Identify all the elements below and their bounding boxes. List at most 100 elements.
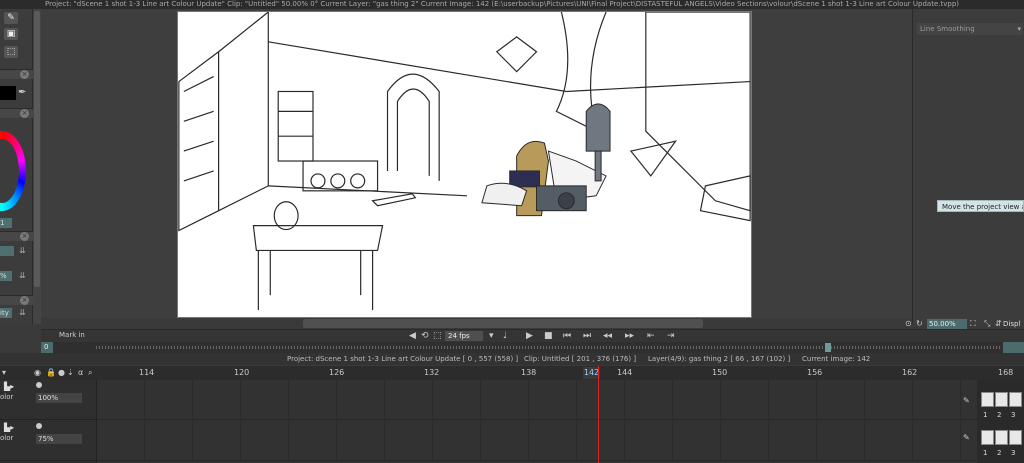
color-wheel[interactable] bbox=[0, 131, 26, 211]
layer-name: olor bbox=[0, 434, 14, 442]
thumb-number: 3 bbox=[1011, 449, 1016, 457]
time-start-field[interactable]: 0 bbox=[41, 342, 53, 353]
pen-icon[interactable]: ✎ bbox=[963, 433, 970, 442]
title-bar: Project: "dScene 1 shot 1-3 Line art Col… bbox=[0, 0, 1024, 9]
thumb-number: 1 bbox=[983, 449, 988, 457]
thumb-number: 2 bbox=[997, 449, 1002, 457]
left-blank-field[interactable] bbox=[0, 246, 14, 256]
layer-list: ▙▸ olor 100% ▙▸ olor 75% bbox=[0, 380, 97, 463]
eyedropper-icon[interactable]: ✒ bbox=[18, 87, 26, 98]
panel-close-icon[interactable]: × bbox=[20, 296, 29, 305]
frame-thumbnail[interactable] bbox=[995, 430, 1008, 445]
frame-number: 144 bbox=[617, 368, 633, 377]
playhead[interactable] bbox=[598, 366, 599, 463]
next-key-icon[interactable]: ⇥ bbox=[667, 331, 675, 342]
thumb-number: 3 bbox=[1011, 411, 1016, 419]
rotate-icon[interactable]: ↻ bbox=[916, 319, 923, 329]
layer-info: Layer(4/9): gas thing 2 [ 66 , 167 (102)… bbox=[648, 355, 791, 363]
layer-row[interactable]: ▙▸ olor 75% bbox=[0, 421, 97, 461]
frame-number: 114 bbox=[139, 368, 155, 377]
fps-field[interactable]: 24 fps bbox=[445, 331, 483, 341]
time-slider-track[interactable] bbox=[96, 346, 1001, 349]
tooltip: Move the project view around bbox=[937, 200, 1024, 212]
loop-icon[interactable]: ◀ bbox=[409, 331, 416, 342]
stop-icon[interactable]: ■ bbox=[544, 331, 553, 342]
drawing-canvas[interactable] bbox=[177, 11, 752, 318]
zoom-reset-icon[interactable]: ⊙ bbox=[905, 319, 912, 329]
brush-panel-header: × bbox=[0, 231, 33, 241]
panel-close-icon[interactable]: × bbox=[20, 232, 29, 241]
current-image-info: Current image: 142 bbox=[802, 355, 871, 363]
frame-thumbnail[interactable] bbox=[1009, 392, 1022, 407]
frame-thumbnail[interactable] bbox=[981, 430, 994, 445]
right-tool-options-panel: Line Smoothing ▾ bbox=[912, 9, 1024, 324]
alpha-icon[interactable]: α bbox=[78, 368, 83, 377]
time-slider-handle[interactable] bbox=[825, 343, 831, 352]
prev-key-icon[interactable]: ⇤ bbox=[647, 331, 655, 342]
layer-opacity-field[interactable]: 100% bbox=[36, 393, 82, 403]
lock-icon[interactable]: 🔒 bbox=[46, 368, 56, 377]
pin-icon[interactable]: ⇣ bbox=[67, 368, 74, 377]
visibility-dot[interactable] bbox=[36, 382, 42, 388]
last-frame-icon[interactable]: ⏭ bbox=[583, 331, 591, 342]
pen-icon[interactable]: ✎ bbox=[963, 396, 970, 405]
timeline-thumbnails: ✎ 1 2 3 ✎ 1 2 3 bbox=[963, 380, 1024, 463]
camera-tool-icon[interactable]: ▣ bbox=[4, 28, 18, 40]
prev-frame-icon[interactable]: ◂◂ bbox=[603, 331, 612, 342]
line-art-drawing bbox=[178, 12, 751, 311]
collapse-icon[interactable]: ▾ bbox=[2, 368, 6, 377]
frame-thumbnail[interactable] bbox=[995, 392, 1008, 407]
frame-number: 120 bbox=[234, 368, 250, 377]
primary-color-swatch[interactable] bbox=[0, 86, 16, 100]
layer-opacity-field[interactable]: 75% bbox=[36, 434, 82, 444]
visibility-dot[interactable] bbox=[36, 423, 42, 429]
resize-icon[interactable]: ⤡ bbox=[984, 319, 990, 329]
layer-type-icon: ▙▸ bbox=[4, 382, 15, 391]
fit-view-icon[interactable]: ⛶ bbox=[970, 319, 976, 329]
panel-close-icon[interactable]: × bbox=[20, 70, 29, 79]
selection-tool-icon[interactable]: ⬚ bbox=[4, 46, 18, 58]
frame-number: 156 bbox=[807, 368, 823, 377]
color-panel-header: × bbox=[0, 69, 33, 79]
side-arrow-icon[interactable]: ⇊ bbox=[19, 271, 26, 280]
next-frame-icon[interactable]: ▸▸ bbox=[625, 331, 634, 342]
play-icon[interactable]: ▶ bbox=[526, 331, 533, 342]
timeline-track[interactable] bbox=[97, 380, 977, 420]
zoom-field[interactable]: 50.00% bbox=[927, 319, 967, 329]
layer-type-icon: ▙▸ bbox=[4, 423, 15, 432]
frame-number: 138 bbox=[521, 368, 537, 377]
left-percent-field[interactable]: % bbox=[0, 271, 12, 281]
left-panel-scrollbar[interactable] bbox=[33, 9, 41, 324]
scroll-arrows-icon[interactable]: ⇵ bbox=[995, 319, 1002, 329]
left-opacity-field[interactable]: ity bbox=[0, 308, 12, 318]
thumb-number: 2 bbox=[997, 411, 1002, 419]
layer-name: olor bbox=[0, 393, 14, 401]
line-smoothing-dropdown[interactable]: Line Smoothing ▾ bbox=[917, 23, 1023, 35]
panel-close-icon[interactable]: × bbox=[20, 109, 29, 118]
eye-icon[interactable]: ◉ bbox=[34, 368, 41, 377]
layer-row[interactable]: ▙▸ olor 100% bbox=[0, 380, 97, 420]
eraser-tool-icon[interactable]: ✎ bbox=[4, 12, 18, 24]
clip-info: Clip: Untitled [ 201 , 376 (176) ] bbox=[524, 355, 637, 363]
line-smoothing-label: Line Smoothing bbox=[920, 25, 975, 33]
fps-down-icon[interactable]: ▾ bbox=[489, 331, 494, 342]
timeline-track[interactable] bbox=[97, 421, 977, 461]
light-table-icon[interactable]: ● bbox=[58, 368, 65, 377]
side-arrow-icon[interactable]: ⇊ bbox=[19, 246, 26, 255]
canvas-horizontal-scrollbar[interactable] bbox=[303, 319, 703, 328]
mark-in-label[interactable]: Mark in bbox=[59, 331, 85, 339]
time-slider: 0 bbox=[41, 342, 1024, 353]
audio-icon[interactable]: ♩ bbox=[503, 331, 507, 342]
onion-icon[interactable]: ⬚ bbox=[433, 331, 442, 342]
left-value-field[interactable]: 1 bbox=[0, 218, 12, 228]
frame-thumbnail[interactable] bbox=[1009, 430, 1022, 445]
search-icon[interactable]: ⌕ bbox=[88, 368, 92, 378]
time-end-field[interactable] bbox=[1003, 342, 1024, 353]
loop-mode-icon[interactable]: ⟲ bbox=[421, 331, 429, 342]
timeline-grid[interactable] bbox=[97, 380, 977, 463]
side-arrow-icon[interactable]: ⇊ bbox=[19, 308, 26, 317]
display-button[interactable]: Displ bbox=[1003, 319, 1020, 329]
first-frame-icon[interactable]: ⏮ bbox=[563, 331, 571, 342]
frame-thumbnail[interactable] bbox=[981, 392, 994, 407]
frame-number: 162 bbox=[902, 368, 918, 377]
